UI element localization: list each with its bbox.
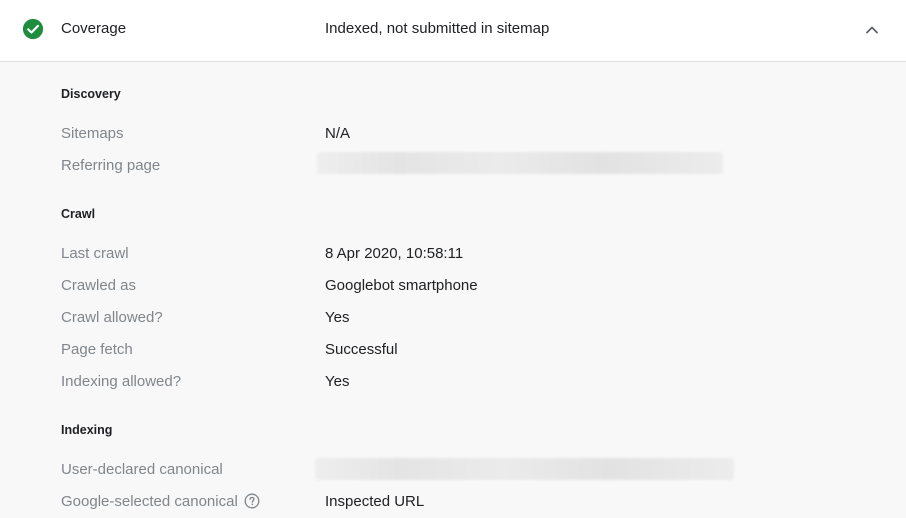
row-value-page-fetch: Successful [325,341,398,358]
row-google-selected-canonical: Google-selected canonical [61,493,260,511]
coverage-label: Coverage [61,20,127,37]
row-label-indexing-allowed: Indexing allowed? [61,373,182,390]
section-title-crawl: Crawl [61,207,96,221]
row-label-last-crawl: Last crawl [61,245,129,262]
check-circle-icon [22,18,44,40]
row-label-crawl-allowed: Crawl allowed? [61,309,163,326]
row-value-indexing-allowed: Yes [325,373,350,390]
row-label-page-fetch: Page fetch [61,341,133,358]
referring-page-url-redacted [317,152,723,174]
row-label-google-selected-canonical: Google-selected canonical [61,493,238,510]
row-label-referring-page: Referring page [61,157,161,174]
chevron-up-icon[interactable] [860,18,884,42]
coverage-status: Indexed, not submitted in sitemap [325,20,550,37]
row-value-last-crawl: 8 Apr 2020, 10:58:11 [325,245,464,262]
coverage-header[interactable]: Coverage Indexed, not submitted in sitem… [0,0,906,62]
row-label-user-declared-canonical: User-declared canonical [61,461,223,478]
row-value-google-selected-canonical: Inspected URL [325,493,425,510]
row-label-sitemaps: Sitemaps [61,125,124,142]
row-value-sitemaps: N/A [325,125,351,142]
row-label-crawled-as: Crawled as [61,277,137,294]
section-title-discovery: Discovery [61,87,121,101]
row-value-crawl-allowed: Yes [325,309,350,326]
help-circle-icon[interactable] [244,493,260,509]
section-title-indexing: Indexing [61,423,113,437]
user-declared-canonical-url-redacted [315,458,734,480]
row-value-crawled-as: Googlebot smartphone [325,277,478,294]
